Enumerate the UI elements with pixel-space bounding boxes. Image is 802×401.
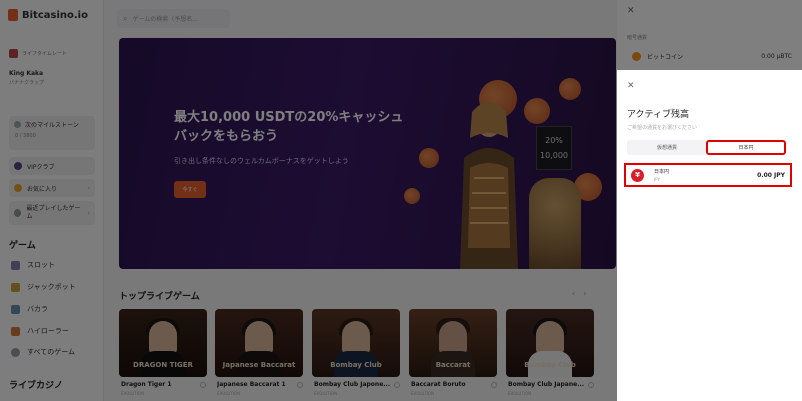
currency-code: JPY [654,177,660,182]
tab-fiat-jpy[interactable]: 日本円 [706,140,786,155]
modal-title: アクティブ残高 [627,110,690,120]
jpy-balance-row[interactable]: ¥ 日本円 JPY 0.00 JPY [624,163,792,187]
yen-icon: ¥ [631,168,644,182]
drawer-backdrop[interactable] [617,0,802,70]
modal-backdrop[interactable] [0,0,617,401]
modal-subtitle: ご希望の通貨をお選びください [627,125,698,131]
currency-name: 日本円 [654,169,670,175]
tab-crypto[interactable]: 仮想通貨 [627,140,707,155]
app-page: Bitcasino.io ライフタイムレート King Kaka バナナクラップ… [0,0,802,401]
modal-close-icon[interactable]: ✕ [627,81,635,91]
currency-amount: 0.00 JPY [757,171,785,179]
